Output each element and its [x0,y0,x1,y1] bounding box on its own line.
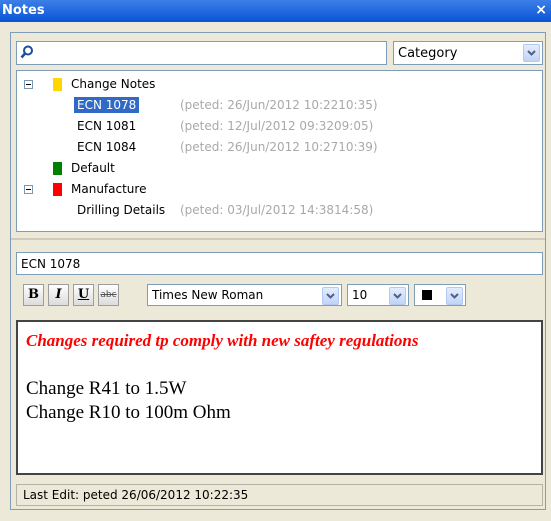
tree-group-manufacture[interactable]: Manufacture [71,181,146,197]
search-input[interactable] [16,41,387,65]
note-editor[interactable]: Changes required tp comply with new saft… [16,320,543,475]
tree-item-drilling-details[interactable]: Drilling Details [77,202,165,218]
category-select[interactable]: Category [393,41,543,65]
chevron-down-icon[interactable] [523,44,540,62]
tree-group-change-notes[interactable]: Change Notes [71,76,155,92]
chevron-down-icon[interactable] [446,287,463,305]
font-color-swatch [422,290,432,300]
window-title: Notes [2,3,45,18]
notes-tree[interactable]: Change Notes ECN 1078 (peted: 26/Jun/201… [16,70,543,232]
category-color-swatch [53,162,62,175]
title-bar: Notes × [0,0,551,22]
splitter[interactable] [11,238,545,240]
tree-item-meta: (peted: 26/Jun/2012 10:2210:35) [180,98,378,112]
font-size-select[interactable]: 10 [347,284,409,306]
note-line: Change R41 to 1.5W [26,378,187,399]
bold-button[interactable]: B [23,284,44,306]
tree-item-ecn-1084[interactable]: ECN 1084 [77,139,136,155]
italic-button[interactable]: I [48,284,69,306]
font-color-select[interactable] [414,284,466,306]
note-title-value: ECN 1078 [21,257,81,271]
category-color-swatch [53,183,62,196]
tree-item-meta: (peted: 03/Jul/2012 14:3814:58) [180,203,374,217]
font-size-value: 10 [352,288,368,302]
category-color-swatch [53,78,62,91]
last-edit-text: Last Edit: peted 26/06/2012 10:22:35 [23,488,249,502]
tree-item-ecn-1078[interactable]: ECN 1078 [74,97,140,113]
note-title-field[interactable]: ECN 1078 [16,252,543,275]
note-line: Change R10 to 100m Ohm [26,402,231,423]
status-bar: Last Edit: peted 26/06/2012 10:22:35 [16,484,543,506]
collapse-icon[interactable] [24,80,33,89]
strikethrough-button[interactable]: abc [98,284,119,306]
tree-item-ecn-1081[interactable]: ECN 1081 [77,118,136,134]
tree-item-meta: (peted: 26/Jun/2012 10:2710:39) [180,140,378,154]
search-icon [20,45,33,59]
chevron-down-icon[interactable] [322,287,339,305]
close-button[interactable]: × [535,2,547,18]
tree-group-default[interactable]: Default [71,160,115,176]
underline-button[interactable]: U [73,284,94,306]
collapse-icon[interactable] [24,185,33,194]
font-family-select[interactable]: Times New Roman [147,284,342,306]
tree-item-meta: (peted: 12/Jul/2012 09:3209:05) [180,119,374,133]
note-heading: Changes required tp comply with new saft… [26,331,419,350]
chevron-down-icon[interactable] [389,287,406,305]
font-family-value: Times New Roman [152,288,264,302]
category-select-value: Category [398,46,458,61]
